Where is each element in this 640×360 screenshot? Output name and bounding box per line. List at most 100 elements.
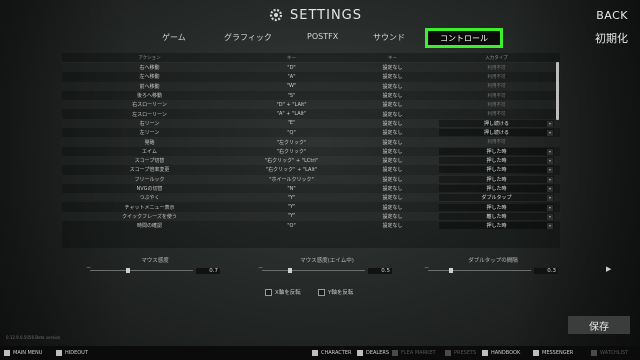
input-type-cell[interactable]: 利用不可 [439, 93, 554, 99]
tab-controls[interactable]: コントロール [425, 28, 503, 48]
key1-cell[interactable]: "N" [237, 186, 346, 192]
input-type-cell[interactable]: 押した時 ▾ [439, 203, 554, 211]
slider-track[interactable] [428, 268, 531, 273]
input-type-cell[interactable]: 押した時 ▾ [439, 166, 554, 174]
reset-button[interactable]: 初期化 [595, 30, 628, 46]
key1-cell[interactable]: "Q" [237, 130, 346, 136]
tab-graphics[interactable]: グラフィック [224, 32, 272, 43]
slider-value[interactable]: 0.3 [534, 267, 558, 274]
nav-presets[interactable]: PRESETS [445, 350, 476, 356]
key2-cell[interactable]: 設定なし [346, 222, 439, 229]
nav-hideout[interactable]: HIDEOUT [56, 350, 88, 356]
key1-cell[interactable]: "O" [237, 223, 346, 229]
input-type-cell[interactable]: 押し続ける ▾ [439, 119, 554, 127]
key2-cell[interactable]: 設定なし [346, 120, 439, 127]
table-row[interactable]: 右へ移動 "D" 設定なし 利用不可 [62, 63, 560, 72]
table-row[interactable]: 右スローリーン "D" + "LAlt" 設定なし 利用不可 [62, 100, 560, 109]
chevron-down-icon[interactable]: ▾ [547, 186, 553, 192]
nav-flea-market[interactable]: FLEA MARKET [392, 350, 436, 356]
key1-cell[interactable]: "ホイールクリック" [237, 176, 346, 183]
key2-cell[interactable]: 設定なし [346, 129, 439, 136]
table-row[interactable]: NVGの切替 "N" 設定なし 押した時 ▾ [62, 184, 560, 193]
key2-cell[interactable]: 設定なし [346, 157, 439, 164]
key2-cell[interactable]: 設定なし [346, 139, 439, 146]
chevron-down-icon[interactable]: ▾ [547, 223, 553, 230]
nav-main-menu[interactable]: MAIN MENU [4, 350, 42, 356]
key2-cell[interactable]: 設定なし [346, 166, 439, 173]
nav-character[interactable]: CHARACTER [312, 350, 351, 356]
slider-track[interactable] [262, 268, 365, 273]
next-arrow-icon[interactable]: ▶ [606, 265, 611, 273]
invert-x-checkbox[interactable]: X軸を反転 [265, 288, 301, 296]
input-type-cell[interactable]: 押した時 ▾ [439, 222, 554, 230]
chevron-down-icon[interactable]: ▾ [547, 176, 553, 183]
key2-cell[interactable]: 設定なし [346, 185, 439, 192]
input-type-cell[interactable]: 押した時 ▾ [439, 157, 554, 165]
tab-game[interactable]: ゲーム [162, 32, 186, 43]
key2-cell[interactable]: 設定なし [346, 83, 439, 90]
table-row[interactable]: エイム "右クリック" 設定なし 押した時 ▾ [62, 147, 560, 156]
key2-cell[interactable]: 設定なし [346, 92, 439, 99]
chevron-down-icon[interactable]: ▾ [547, 148, 553, 155]
slider-value[interactable]: 0.5 [368, 267, 392, 274]
key1-cell[interactable]: "E" [237, 120, 346, 126]
table-row[interactable]: つぶやく "Y" 設定なし ダブルタップ ▾ [62, 193, 560, 202]
save-button[interactable]: 保存 [568, 316, 630, 334]
chevron-down-icon[interactable]: ▾ [547, 130, 553, 137]
input-type-cell[interactable]: 利用不可 [439, 139, 554, 145]
key1-cell[interactable]: "右クリック" + "LCtrl" [237, 157, 346, 164]
double-tap-slider[interactable]: ダブルタップの間隔 0.3 − [424, 256, 558, 274]
key1-cell[interactable]: "W" [237, 83, 346, 89]
key2-cell[interactable]: 設定なし [346, 213, 439, 220]
nav-handbook[interactable]: HANDBOOK [482, 350, 520, 356]
table-row[interactable]: スコープ倍率変更 "右クリック" + "LAlt" 設定なし 押した時 ▾ [62, 165, 560, 174]
input-type-cell[interactable]: 利用不可 [439, 83, 554, 89]
key2-cell[interactable]: 設定なし [346, 148, 439, 155]
key1-cell[interactable]: "右クリック" + "LAlt" [237, 166, 346, 173]
slider-knob[interactable] [287, 268, 292, 273]
input-type-cell[interactable]: 押した時 ▾ [439, 147, 554, 155]
table-row[interactable]: フリールック "ホイールクリック" 設定なし 押した時 ▾ [62, 175, 560, 184]
input-type-cell[interactable]: 利用不可 [439, 74, 554, 80]
key1-cell[interactable]: "D" [237, 65, 346, 71]
key1-cell[interactable]: "A" + "LAlt" [237, 111, 346, 117]
key2-cell[interactable]: 設定なし [346, 194, 439, 201]
slider-track[interactable] [90, 268, 193, 273]
input-type-cell[interactable]: ダブルタップ ▾ [439, 194, 554, 202]
key1-cell[interactable]: "D" + "LAlt" [237, 102, 346, 108]
input-type-cell[interactable]: 離した時 ▾ [439, 212, 554, 220]
key1-cell[interactable]: "Y" [237, 213, 346, 219]
slider-knob[interactable] [126, 268, 131, 273]
mouse-sensitivity-slider[interactable]: マウス感度 0.7 − [86, 256, 220, 274]
table-row[interactable]: チャットメニュー表示 "Y" 設定なし 押した時 ▾ [62, 202, 560, 211]
input-type-cell[interactable]: 押した時 ▾ [439, 175, 554, 183]
key1-cell[interactable]: "S" [237, 93, 346, 99]
table-row[interactable]: スコープ切替 "右クリック" + "LCtrl" 設定なし 押した時 ▾ [62, 156, 560, 165]
chevron-down-icon[interactable]: ▾ [547, 204, 553, 211]
table-row[interactable]: 前へ移動 "W" 設定なし 利用不可 [62, 82, 560, 91]
table-row[interactable]: 左スローリーン "A" + "LAlt" 設定なし 利用不可 [62, 109, 560, 118]
key1-cell[interactable]: "左クリック" [237, 139, 346, 146]
input-type-cell[interactable]: 利用不可 [439, 111, 554, 117]
back-button[interactable]: BACK [596, 9, 628, 22]
nav-dealers[interactable]: DEALERS [357, 350, 389, 356]
nav-messenger[interactable]: MESSENGER [533, 350, 573, 356]
key2-cell[interactable]: 設定なし [346, 111, 439, 118]
key1-cell[interactable]: "A" [237, 74, 346, 80]
table-row[interactable]: 発砲 "左クリック" 設定なし 利用不可 [62, 137, 560, 146]
input-type-cell[interactable]: 押した時 ▾ [439, 185, 554, 192]
key1-cell[interactable]: "右クリック" [237, 148, 346, 155]
key2-cell[interactable]: 設定なし [346, 101, 439, 108]
input-type-cell[interactable]: 押し続ける ▾ [439, 129, 554, 137]
key2-cell[interactable]: 設定なし [346, 73, 439, 80]
key1-cell[interactable]: "Y" [237, 195, 346, 201]
table-row[interactable]: 右リーン "E" 設定なし 押し続ける ▾ [62, 119, 560, 128]
tab-sound[interactable]: サウンド [373, 32, 405, 43]
slider-knob[interactable] [448, 268, 453, 273]
invert-y-checkbox[interactable]: Y軸を反転 [318, 288, 353, 296]
key2-cell[interactable]: 設定なし [346, 204, 439, 211]
slider-value[interactable]: 0.7 [196, 267, 220, 274]
checkbox-box[interactable] [265, 288, 272, 296]
table-row[interactable]: 左リーン "Q" 設定なし 押し続ける ▾ [62, 128, 560, 137]
key2-cell[interactable]: 設定なし [346, 64, 439, 71]
